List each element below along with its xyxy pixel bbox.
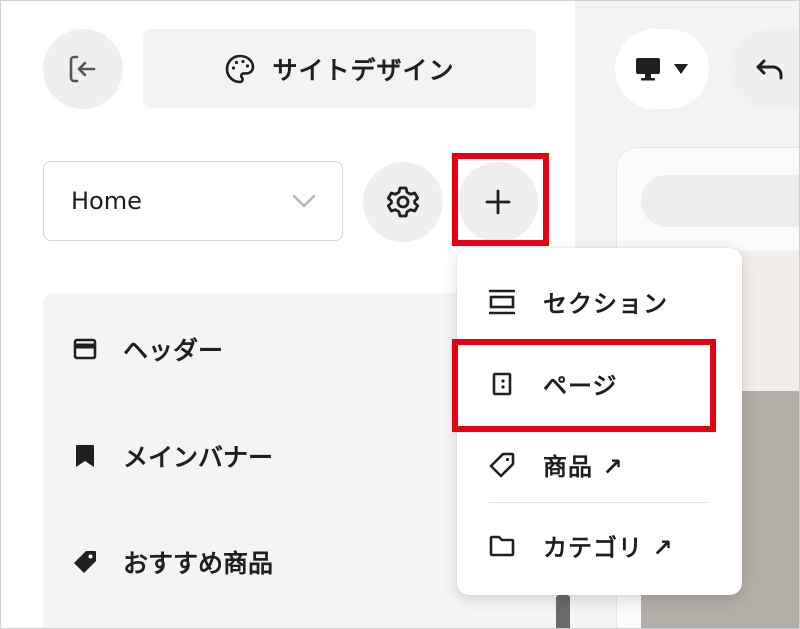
header-icon — [71, 335, 99, 363]
undo-icon — [756, 59, 783, 80]
section-item-main-banner[interactable]: メインバナー — [71, 438, 273, 474]
exit-button[interactable] — [43, 29, 123, 109]
menu-item-page[interactable]: ページ — [489, 366, 618, 401]
gear-icon — [386, 186, 420, 218]
device-select-button[interactable] — [615, 29, 709, 109]
menu-item-label: セクション — [543, 290, 668, 318]
section-item-recommended-products[interactable]: おすすめ商品 — [71, 544, 273, 580]
add-button[interactable] — [458, 162, 538, 242]
menu-item-product[interactable]: 商品 ↗ — [489, 447, 623, 482]
page-settings-button[interactable] — [363, 162, 443, 242]
tag-icon — [71, 548, 99, 576]
site-design-label: サイトデザイン — [272, 55, 455, 85]
preview-search-bar — [641, 175, 799, 227]
menu-item-category[interactable]: カテゴリ ↗ — [489, 528, 673, 563]
tag-outline-icon — [489, 452, 515, 478]
undo-button[interactable] — [729, 29, 799, 109]
menu-divider — [489, 502, 709, 503]
plus-icon — [485, 189, 511, 215]
page-select[interactable]: Home — [43, 161, 343, 241]
bookmark-icon — [71, 442, 99, 470]
editor-frame: サイトデザイン Home ヘッダー メインバナー おすすめ商品 セクション ペー… — [0, 0, 800, 629]
section-item-label: おすすめ商品 — [123, 549, 274, 578]
page-icon — [489, 371, 515, 397]
chevron-down-icon — [292, 194, 316, 208]
section-item-header[interactable]: ヘッダー — [71, 331, 223, 367]
menu-item-label: カテゴリ ↗ — [543, 534, 674, 562]
exit-icon — [69, 55, 96, 83]
scrollbar-thumb[interactable] — [556, 595, 570, 628]
add-menu: セクション ページ 商品 ↗ カテゴリ ↗ — [457, 248, 742, 595]
section-item-label: ヘッダー — [123, 336, 224, 365]
folder-icon — [489, 533, 515, 559]
menu-item-label: 商品 ↗ — [543, 453, 624, 481]
menu-item-label: ページ — [543, 372, 618, 400]
section-icon — [489, 289, 515, 315]
page-select-value: Home — [71, 187, 142, 215]
caret-down-icon — [674, 64, 688, 74]
site-design-button[interactable]: サイトデザイン — [143, 29, 536, 108]
desktop-icon — [636, 58, 660, 81]
palette-icon — [226, 54, 255, 83]
menu-item-section[interactable]: セクション — [489, 284, 668, 319]
section-item-label: メインバナー — [123, 443, 274, 472]
